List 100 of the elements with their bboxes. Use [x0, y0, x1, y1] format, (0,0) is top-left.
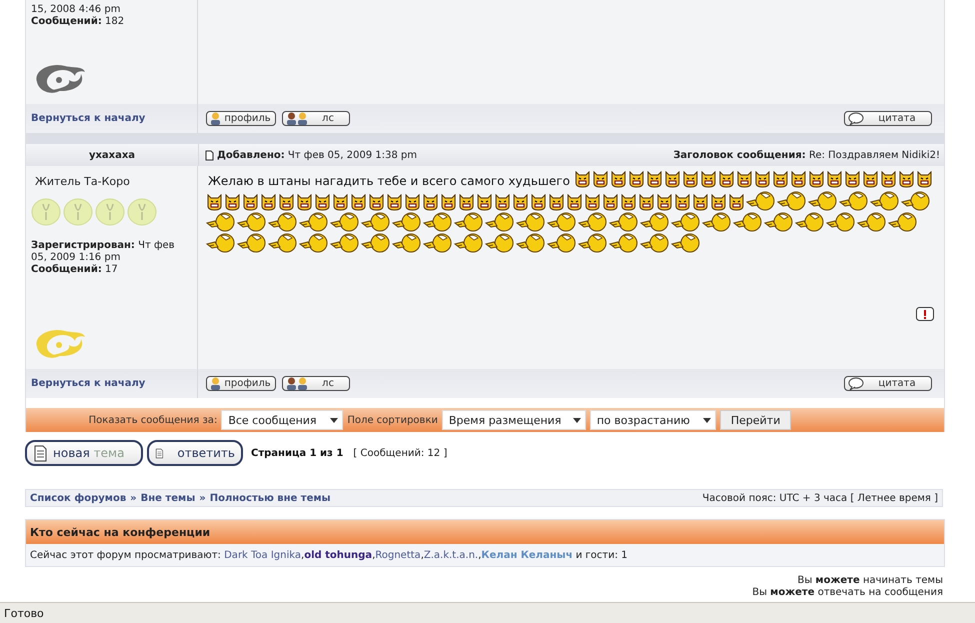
sort-order-select[interactable]: по возрастанию	[590, 410, 716, 430]
pointing-smiley-icon	[609, 212, 639, 232]
pointing-smiley-icon	[578, 233, 608, 253]
profile-button[interactable]: профиль	[206, 111, 276, 126]
show-posts-label: Показать сообщения за:	[88, 414, 218, 426]
rank-orb-icon	[95, 198, 125, 226]
person-icon	[210, 377, 221, 390]
pointing-smiley-icon	[516, 212, 546, 232]
post-text: Желаю в штаны нагадить тебе и всего самого худьшего	[207, 173, 571, 188]
devil-smiley-icon	[700, 171, 717, 188]
quote-button[interactable]: цитата	[844, 111, 932, 126]
pointing-smiley-icon	[764, 212, 794, 232]
pointing-smiley-icon	[206, 212, 236, 232]
page-info: Страница 1 из 1	[251, 448, 344, 458]
report-icon[interactable]	[916, 307, 934, 321]
sort-field-select[interactable]: Время размещения	[442, 410, 586, 430]
pointing-smiley-icon	[839, 191, 869, 211]
user-link[interactable]: Z.a.k.t.a.n.	[424, 550, 478, 560]
pointing-smiley-icon	[578, 212, 608, 232]
pointing-smiley-icon	[777, 191, 807, 211]
devil-smiley-icon	[710, 194, 727, 211]
pm-button[interactable]: лс	[282, 111, 350, 126]
breadcrumb-separator: »	[199, 492, 206, 504]
post-icon	[205, 150, 214, 160]
pointing-smiley-icon	[888, 212, 918, 232]
sort-field-label: Поле сортировки	[347, 414, 438, 426]
breadcrumb-link[interactable]: Вне темы	[140, 492, 196, 504]
rank-orb-icon	[63, 198, 93, 226]
devil-smiley-icon	[610, 171, 627, 188]
quote-button[interactable]: цитата	[844, 376, 932, 391]
devil-smiley-icon	[458, 194, 475, 211]
post-subject: Заголовок сообщения: Re: Поздравляем Nidiki2!	[673, 150, 940, 160]
permission-text: Вы можете отвечать на сообщения	[752, 587, 943, 599]
devil-smiley-icon	[736, 171, 753, 188]
pointing-smiley-icon	[733, 212, 763, 232]
permission-text: Вы можете начинать темы	[797, 575, 943, 587]
pointing-smiley-icon	[671, 233, 701, 253]
devil-smiley-icon	[548, 194, 565, 211]
reply-button[interactable]: ответить	[147, 440, 243, 466]
post-count-info: [ Сообщений: 12 ]	[353, 448, 448, 458]
breadcrumb-link[interactable]: Полностью вне темы	[210, 492, 331, 504]
pointing-smiley-icon	[299, 212, 329, 232]
timezone-text: Часовой пояс: UTC + 3 часа [ Летнее время ]	[702, 492, 938, 504]
user-link[interactable]: old tohunga	[304, 550, 372, 560]
devil-smiley-icon	[646, 171, 663, 188]
pointing-smiley-icon	[392, 212, 422, 232]
devil-smiley-icon	[440, 194, 457, 211]
breadcrumb-link[interactable]: Список форумов	[30, 492, 126, 504]
devil-smiley-icon	[476, 194, 493, 211]
devil-smiley-icon	[916, 171, 933, 188]
user-link[interactable]: Rognetta	[375, 550, 421, 560]
user-link[interactable]: Dark Toa Ignika	[224, 550, 302, 560]
devil-smiley-icon	[574, 171, 591, 188]
rank-orb-icon	[127, 198, 157, 226]
devil-smiley-icon	[592, 171, 609, 188]
comma: ,	[301, 550, 304, 560]
devil-smiley-icon	[494, 194, 511, 211]
pointing-smiley-icon	[454, 212, 484, 232]
pointing-smiley-icon	[640, 233, 670, 253]
pointing-smiley-icon	[746, 191, 776, 211]
devil-smiley-icon	[530, 194, 547, 211]
pointing-smiley-icon	[237, 233, 267, 253]
speech-bubble-icon	[848, 377, 864, 390]
devil-smiley-icon	[808, 171, 825, 188]
devil-smiley-icon	[512, 194, 529, 211]
devil-smiley-icon	[674, 194, 691, 211]
pointing-smiley-icon	[299, 233, 329, 253]
pointing-smiley-icon	[206, 233, 236, 253]
pointing-smiley-icon	[547, 233, 577, 253]
devil-smiley-icon	[404, 194, 421, 211]
devil-smiley-icon	[224, 194, 241, 211]
profile-button[interactable]: профиль	[206, 376, 276, 391]
back-to-top-link[interactable]: Вернуться к началу	[31, 113, 146, 124]
post-date: Добавлено: Чт фев 05, 2009 1:38 pm	[217, 150, 417, 160]
go-button[interactable]: Перейти	[720, 410, 792, 430]
pointing-smiley-icon	[609, 233, 639, 253]
period-select[interactable]: Все сообщения	[221, 410, 344, 430]
devil-smiley-icon	[772, 171, 789, 188]
pointing-smiley-icon	[485, 212, 515, 232]
devil-smiley-icon	[728, 194, 745, 211]
online-lead: Сейчас этот форум просматривают:	[30, 550, 222, 560]
pointing-smiley-icon	[826, 212, 856, 232]
devil-smiley-icon	[296, 194, 313, 211]
comma: ,	[372, 550, 376, 560]
pointing-smiley-icon	[485, 233, 515, 253]
status-bar: Готово	[0, 602, 975, 623]
pointing-smiley-icon	[237, 212, 267, 232]
pointing-smiley-icon	[870, 191, 900, 211]
pm-button[interactable]: лс	[282, 376, 350, 391]
pointing-smiley-icon	[454, 233, 484, 253]
devil-smiley-icon	[628, 171, 645, 188]
devil-smiley-icon	[422, 194, 439, 211]
pointing-smiley-icon	[702, 212, 732, 232]
new-topic-button[interactable]: новая тема	[25, 440, 143, 466]
back-to-top-link[interactable]: Вернуться к началу	[31, 378, 146, 389]
devil-smiley-icon	[754, 171, 771, 188]
pointing-smiley-icon	[423, 233, 453, 253]
pointing-smiley-icon	[361, 212, 391, 232]
devil-smiley-icon	[584, 194, 601, 211]
document-icon	[33, 444, 47, 462]
